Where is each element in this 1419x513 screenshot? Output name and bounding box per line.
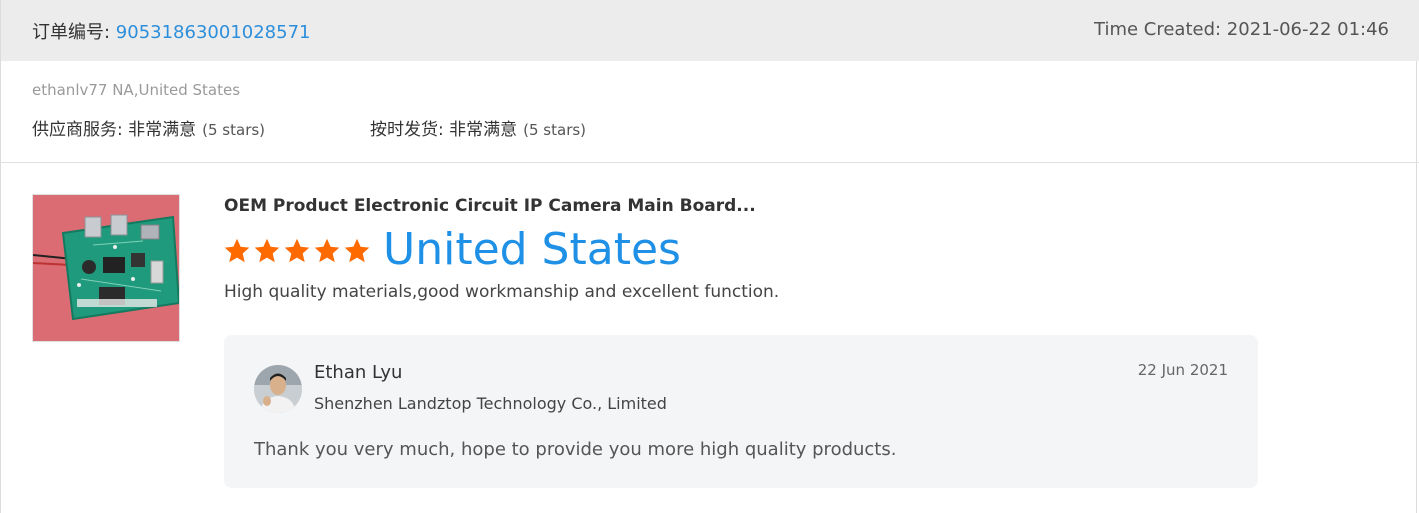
product-thumbnail[interactable] [32, 194, 180, 342]
time-created: Time Created: 2021-06-22 01:46 [1094, 19, 1389, 40]
seller-company: Shenzhen Landztop Technology Co., Limite… [314, 394, 667, 413]
order-header: 订单编号: 90531863001028571 Time Created: 20… [1, 0, 1419, 61]
supplier-service-label: 供应商服务: 非常满意 [32, 120, 197, 140]
supplier-service-stars: (5 stars) [202, 121, 266, 139]
product-title-link[interactable]: OEM Product Electronic Circuit IP Camera… [224, 196, 756, 216]
avatar [254, 365, 302, 413]
on-time-shipping-rating: 按时发货: 非常满意 (5 stars) [370, 115, 586, 140]
circuit-board-image [33, 195, 179, 341]
order-number-link[interactable]: 90531863001028571 [116, 22, 311, 43]
seller-avatar-photo [254, 365, 302, 413]
star-icon [254, 238, 280, 263]
review-text: High quality materials,good workmanship … [224, 282, 780, 302]
on-time-shipping-label: 按时发货: 非常满意 [370, 120, 518, 140]
seller-reply: Ethan Lyu Shenzhen Landztop Technology C… [224, 335, 1258, 488]
on-time-shipping-stars: (5 stars) [523, 121, 587, 139]
reviewer-country: United States [383, 224, 681, 275]
reply-text: Thank you very much, hope to provide you… [254, 439, 897, 460]
seller-name: Ethan Lyu [314, 362, 403, 383]
star-icon [314, 238, 340, 263]
star-icon [224, 238, 250, 263]
star-icon [284, 238, 310, 263]
supplier-service-rating: 供应商服务: 非常满意 (5 stars) [32, 115, 265, 140]
star-icon [344, 238, 370, 263]
buyer-info: ethanlv77 NA,United States 供应商服务: 非常满意 (5… [1, 61, 1419, 163]
order-number-line: 订单编号: 90531863001028571 [32, 18, 310, 44]
order-number-label: 订单编号: [32, 22, 116, 43]
buyer-name: ethanlv77 NA,United States [32, 81, 241, 99]
reply-date: 22 Jun 2021 [1137, 361, 1228, 379]
review-card: 订单编号: 90531863001028571 Time Created: 20… [0, 0, 1419, 513]
review-star-rating [223, 234, 373, 268]
